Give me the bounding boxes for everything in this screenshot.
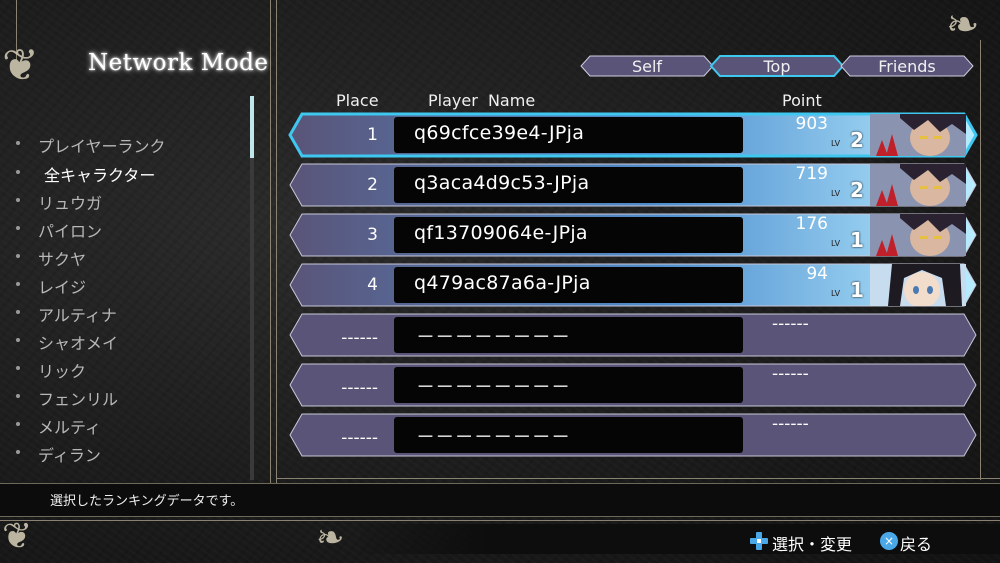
- flourish-ornament-icon: ❦: [2, 40, 39, 91]
- bullet-icon: [16, 310, 20, 314]
- ranking-row[interactable]: 4 q479ac87a6a-JPja 94 LV 1: [288, 262, 978, 308]
- ranking-row-empty[interactable]: ------ －－－－－－－－ ------: [288, 312, 978, 358]
- bullet-icon: [16, 198, 20, 202]
- player-name: －－－－－－－－: [416, 376, 571, 398]
- ranking-row-selected[interactable]: 1 q69cfce39e4-JPja 903 LV 2: [288, 112, 978, 158]
- bullet-icon: [16, 226, 20, 230]
- dpad-icon: [750, 532, 768, 550]
- level-tag: LV: [831, 239, 841, 248]
- category-item[interactable]: リュウガ: [16, 190, 102, 214]
- level-tag: LV: [831, 189, 841, 198]
- category-item[interactable]: レイジ: [16, 274, 86, 298]
- category-item[interactable]: シャオメイ: [16, 330, 118, 354]
- scrollbar-thumb[interactable]: [250, 96, 254, 158]
- bullet-icon: [16, 422, 20, 426]
- bullet-icon: [16, 450, 20, 454]
- row-point: 719: [795, 164, 828, 184]
- category-item[interactable]: パイロン: [16, 218, 102, 242]
- bullet-icon: [16, 170, 20, 174]
- tab-self[interactable]: Self: [580, 55, 714, 77]
- category-item-selected[interactable]: 全キャラクター: [16, 162, 155, 186]
- category-item[interactable]: フェンリル: [16, 386, 118, 410]
- player-name: qf13709064e-JPja: [414, 222, 588, 244]
- column-header-player-name: Player Name: [428, 91, 536, 110]
- row-point: ------: [772, 414, 809, 434]
- bullet-icon: [16, 282, 20, 286]
- female-character-icon: [870, 264, 966, 306]
- level-value: 1: [850, 278, 864, 302]
- category-item[interactable]: メルティ: [16, 414, 101, 438]
- screen-title: Network Mode: [88, 50, 269, 76]
- level-value: 2: [850, 178, 864, 202]
- bullet-icon: [16, 394, 20, 398]
- tab-friends[interactable]: Friends: [840, 55, 974, 77]
- level-value: 1: [850, 228, 864, 252]
- category-list: プレイヤーランク 全キャラクター リュウガ パイロン サクヤ レイジ アルティナ…: [16, 126, 248, 471]
- row-point: 94: [806, 264, 828, 284]
- male-character-icon: [870, 164, 966, 206]
- row-place: 4: [367, 275, 378, 295]
- ranking-row-empty[interactable]: ------ －－－－－－－－ ------: [288, 412, 978, 458]
- frame-divider: [980, 40, 981, 480]
- level-tag: LV: [831, 139, 841, 148]
- ranking-row[interactable]: 2 q3aca4d9c53-JPja 719 LV 2: [288, 162, 978, 208]
- male-character-icon: [870, 214, 966, 256]
- hint-back[interactable]: 戻る: [900, 531, 932, 555]
- row-point: ------: [772, 314, 809, 334]
- cross-button-icon: ×: [880, 532, 898, 550]
- player-name: －－－－－－－－: [416, 426, 571, 448]
- bullet-icon: [16, 338, 20, 342]
- player-name: q479ac87a6a-JPja: [414, 272, 591, 294]
- flourish-ornament-icon: ❧: [946, 2, 980, 48]
- category-item[interactable]: ディラン: [16, 442, 101, 466]
- player-name: q3aca4d9c53-JPja: [414, 172, 590, 194]
- flourish-ornament-icon: ❧: [316, 518, 345, 558]
- row-place: 2: [367, 175, 378, 195]
- category-item[interactable]: リック: [16, 358, 86, 382]
- hint-select-change: 選択・変更: [772, 535, 853, 554]
- bullet-icon: [16, 141, 20, 145]
- category-item[interactable]: アルティナ: [16, 302, 117, 326]
- ranking-row[interactable]: 3 qf13709064e-JPja 176 LV 1: [288, 212, 978, 258]
- frame-divider: [276, 0, 277, 483]
- flourish-ornament-icon: ❦: [2, 516, 33, 557]
- row-point: 903: [795, 114, 828, 134]
- row-place: ------: [341, 328, 378, 348]
- row-place: ------: [341, 428, 378, 448]
- row-place: 3: [367, 225, 378, 245]
- frame-divider: [276, 478, 1000, 479]
- frame-divider: [0, 520, 1000, 521]
- category-item[interactable]: プレイヤーランク: [16, 133, 166, 157]
- column-header-place: Place: [336, 91, 379, 110]
- frame-divider: [270, 0, 271, 483]
- row-point: ------: [772, 364, 809, 384]
- male-character-icon: [870, 114, 966, 156]
- row-place: ------: [341, 378, 378, 398]
- ranking-row-empty[interactable]: ------ －－－－－－－－ ------: [288, 362, 978, 408]
- level-tag: LV: [831, 289, 841, 298]
- category-item[interactable]: サクヤ: [16, 246, 86, 270]
- column-header-point: Point: [782, 91, 822, 110]
- player-name: q69cfce39e4-JPja: [414, 122, 585, 144]
- bullet-icon: [16, 254, 20, 258]
- tab-top[interactable]: Top: [710, 55, 844, 77]
- bullet-icon: [16, 366, 20, 370]
- level-value: 2: [850, 128, 864, 152]
- row-point: 176: [795, 214, 828, 234]
- player-name: －－－－－－－－: [416, 326, 571, 348]
- help-message: 選択したランキングデータです。: [50, 494, 244, 509]
- row-place: 1: [367, 125, 378, 145]
